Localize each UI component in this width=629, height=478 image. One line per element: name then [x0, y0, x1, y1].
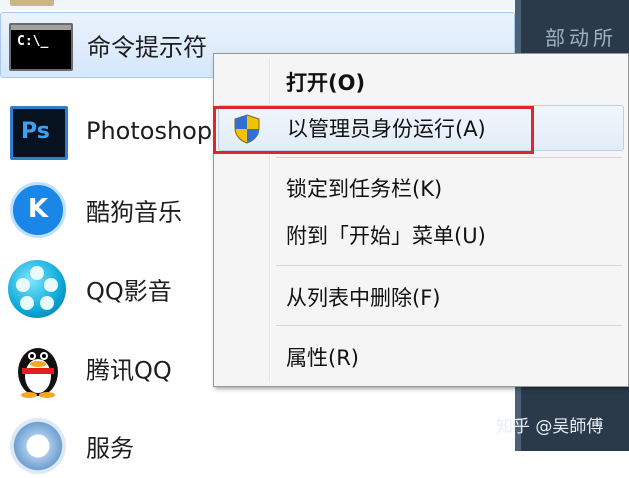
start-item-label: 命令提示符: [87, 33, 207, 62]
right-pane-text: 部动所: [545, 26, 617, 50]
menu-item-label: 锁定到任务栏(K): [286, 177, 443, 201]
start-item-label: 腾讯QQ: [86, 356, 172, 385]
menu-item-pin-taskbar[interactable]: 锁定到任务栏(K): [218, 165, 624, 211]
menu-item-label: 从列表中删除(F): [286, 286, 441, 310]
menu-item-properties[interactable]: 属性(R): [218, 334, 624, 380]
menu-item-label: 附到「开始」菜单(U): [286, 224, 486, 248]
context-menu: 打开(O) 以管理员身份运行(A) 锁定到任务栏(K) 附到「开始」菜单(U) …: [213, 53, 629, 387]
start-item-label: 酷狗音乐: [86, 198, 182, 227]
previous-item-strip: [0, 0, 515, 10]
gear-icon: [10, 418, 66, 474]
kugou-icon-text: K: [27, 194, 49, 224]
ps-icon-text: Ps: [21, 119, 50, 144]
menu-separator: [276, 325, 622, 326]
menu-separator: [276, 265, 622, 266]
start-item-services[interactable]: 服务: [0, 412, 515, 478]
start-item-label: 服务: [86, 434, 134, 463]
menu-item-pin-start[interactable]: 附到「开始」菜单(U): [218, 212, 624, 258]
menu-separator: [276, 157, 622, 158]
qq-penguin-icon: [12, 338, 64, 398]
watermark: 知乎 @吴師傅: [496, 417, 604, 437]
annotation-highlight-box: [213, 106, 534, 154]
qqvideo-icon: [8, 260, 66, 318]
kugou-icon: K: [10, 182, 66, 238]
menu-item-open[interactable]: 打开(O): [218, 59, 624, 105]
photoshop-icon: Ps: [10, 106, 68, 160]
cmd-icon-text: C:\_: [17, 34, 49, 49]
cmd-icon: C:\_: [9, 23, 73, 71]
menu-item-label: 打开(O): [286, 71, 366, 95]
menu-item-label: 属性(R): [286, 346, 359, 370]
start-item-label: Photoshop: [86, 117, 213, 145]
menu-item-remove-from-list[interactable]: 从列表中删除(F): [218, 274, 624, 320]
start-item-label: QQ影音: [86, 277, 172, 306]
previous-item-icon: [10, 0, 54, 6]
